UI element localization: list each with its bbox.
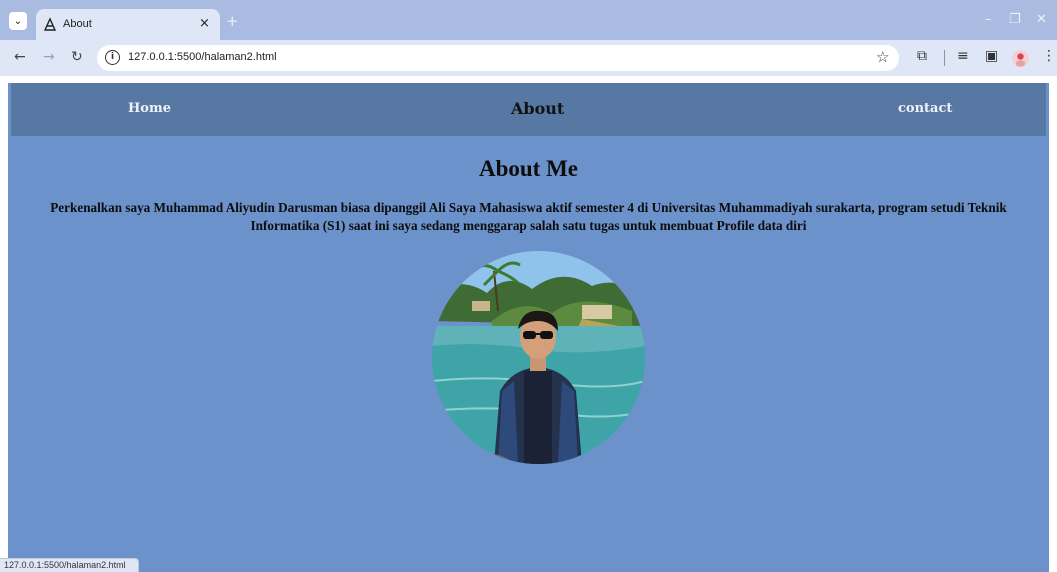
address-bar[interactable]: i 127.0.0.1:5500/halaman2.html ☆ bbox=[97, 45, 899, 71]
page-body: Home About contact About Me Perkenalkan … bbox=[8, 83, 1049, 572]
toolbar-divider bbox=[944, 50, 945, 66]
reload-icon[interactable]: ↻ bbox=[71, 49, 83, 65]
forward-icon[interactable]: → bbox=[43, 49, 55, 65]
extensions-icon[interactable]: ⧉ bbox=[917, 48, 927, 64]
profile-photo bbox=[432, 251, 645, 464]
site-info-icon[interactable]: i bbox=[105, 50, 120, 65]
close-window-icon[interactable]: ✕ bbox=[1036, 12, 1047, 27]
nav-home-link[interactable]: Home bbox=[128, 101, 171, 116]
page-title: About Me bbox=[478, 156, 579, 181]
browser-toolbar: ← → ↻ i 127.0.0.1:5500/halaman2.html ☆ bbox=[0, 40, 1057, 76]
nav-about-link[interactable]: About bbox=[511, 99, 564, 118]
url-text[interactable]: 127.0.0.1:5500/halaman2.html bbox=[128, 51, 277, 63]
status-url: 127.0.0.1:5500/halaman2.html bbox=[4, 560, 126, 570]
site-navbar: Home About contact bbox=[11, 83, 1046, 136]
more-menu-icon[interactable]: ⋮ bbox=[1042, 48, 1056, 64]
reading-list-icon[interactable]: ≡ bbox=[957, 48, 969, 64]
status-bar: 127.0.0.1:5500/halaman2.html bbox=[0, 558, 139, 572]
back-icon[interactable]: ← bbox=[14, 49, 26, 65]
tab-title: About bbox=[63, 18, 92, 30]
tab-close-icon[interactable]: × bbox=[199, 16, 210, 31]
new-tab-icon[interactable]: + bbox=[226, 12, 239, 30]
bookmark-star-icon[interactable]: ☆ bbox=[876, 48, 889, 66]
nav-contact-link[interactable]: contact bbox=[898, 101, 952, 116]
page-favicon-icon bbox=[43, 17, 57, 31]
browser-tab-strip: ⌄ About × + – ❐ ✕ bbox=[0, 0, 1057, 40]
restore-icon[interactable]: ❐ bbox=[1009, 12, 1021, 27]
tab-search-icon[interactable]: ⌄ bbox=[9, 12, 27, 30]
minimize-icon[interactable]: – bbox=[985, 12, 992, 27]
side-panel-icon[interactable]: ▣ bbox=[985, 48, 998, 64]
profile-avatar-icon[interactable] bbox=[1012, 50, 1029, 67]
intro-paragraph: Perkenalkan saya Muhammad Aliyudin Darus… bbox=[50, 200, 1007, 233]
browser-tab[interactable]: About × bbox=[36, 9, 220, 40]
